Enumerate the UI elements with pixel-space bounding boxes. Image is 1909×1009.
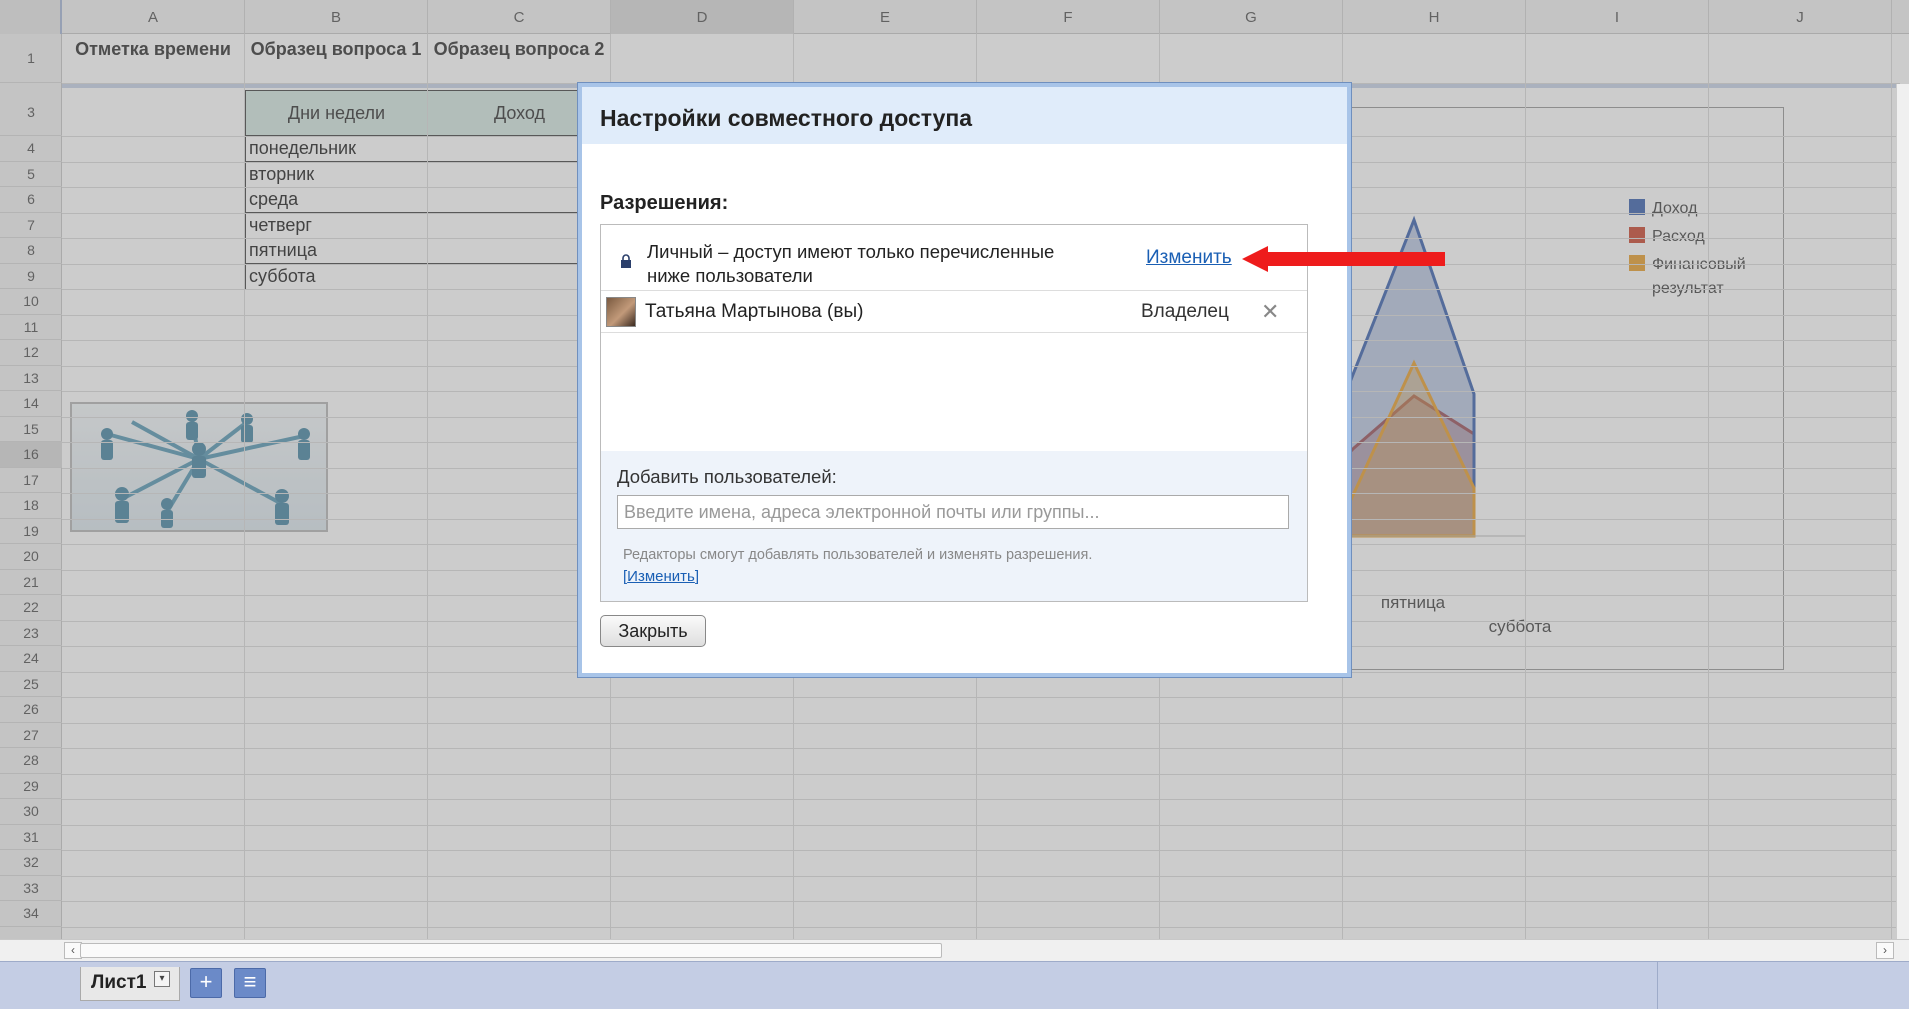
editors-change-link[interactable]: Изменить bbox=[627, 568, 695, 585]
red-arrow-shape bbox=[1242, 246, 1445, 272]
add-users-input[interactable] bbox=[617, 495, 1289, 529]
scroll-right-arrow[interactable]: › bbox=[1876, 942, 1894, 959]
lock-icon bbox=[621, 254, 631, 268]
remove-user-icon[interactable]: ✕ bbox=[1261, 299, 1279, 325]
dialog-title: Настройки совместного доступа bbox=[600, 105, 973, 131]
sheet-tab-bar: Лист1 ▾ + ≡ bbox=[0, 961, 1909, 1009]
sheet-tab-dropdown-icon[interactable]: ▾ bbox=[154, 971, 170, 987]
sharing-settings-dialog: Настройки совместного доступа Разрешения… bbox=[578, 83, 1351, 677]
sheet-bar-divider bbox=[1657, 962, 1658, 1009]
horizontal-scroll-thumb[interactable] bbox=[80, 943, 942, 958]
editors-note: Редакторы смогут добавлять пользователей… bbox=[623, 547, 1093, 563]
sheet-tab-label: Лист1 bbox=[91, 972, 147, 993]
user-name: Татьяна Мартынова (вы) bbox=[645, 301, 864, 322]
permissions-box: Личный – доступ имеют только перечисленн… bbox=[600, 224, 1308, 602]
close-button[interactable]: Закрыть bbox=[600, 615, 706, 647]
horizontal-scrollbar[interactable]: ‹ › bbox=[0, 939, 1909, 961]
user-row: Татьяна Мартынова (вы) Владелец ✕ bbox=[601, 291, 1307, 333]
access-level-row: Личный – доступ имеют только перечисленн… bbox=[601, 225, 1307, 291]
vertical-scrollbar[interactable] bbox=[1896, 84, 1909, 939]
permissions-label: Разрешения: bbox=[600, 192, 729, 214]
red-arrow-annotation bbox=[1242, 246, 1445, 272]
spreadsheet-app: ABCDEFGHIJ 1 3 4 5 6 7 8 9 10 11 12 13 14 15 16 17 18 19 2… bbox=[0, 0, 1909, 1009]
user-role: Владелец bbox=[1141, 301, 1229, 322]
add-users-label: Добавить пользователей: bbox=[617, 466, 837, 487]
change-access-link[interactable]: Изменить bbox=[1146, 247, 1232, 269]
access-level-text: Личный – доступ имеют только перечисленн… bbox=[647, 241, 1055, 286]
sheet-list-button[interactable]: ≡ bbox=[234, 968, 266, 998]
add-sheet-button[interactable]: + bbox=[190, 968, 222, 998]
dialog-title-bar: Настройки совместного доступа bbox=[582, 87, 1347, 144]
avatar bbox=[606, 297, 636, 327]
editors-change-wrapper: [Изменить] bbox=[623, 568, 700, 585]
add-users-section: Добавить пользователей: Редакторы смогут… bbox=[601, 451, 1307, 601]
